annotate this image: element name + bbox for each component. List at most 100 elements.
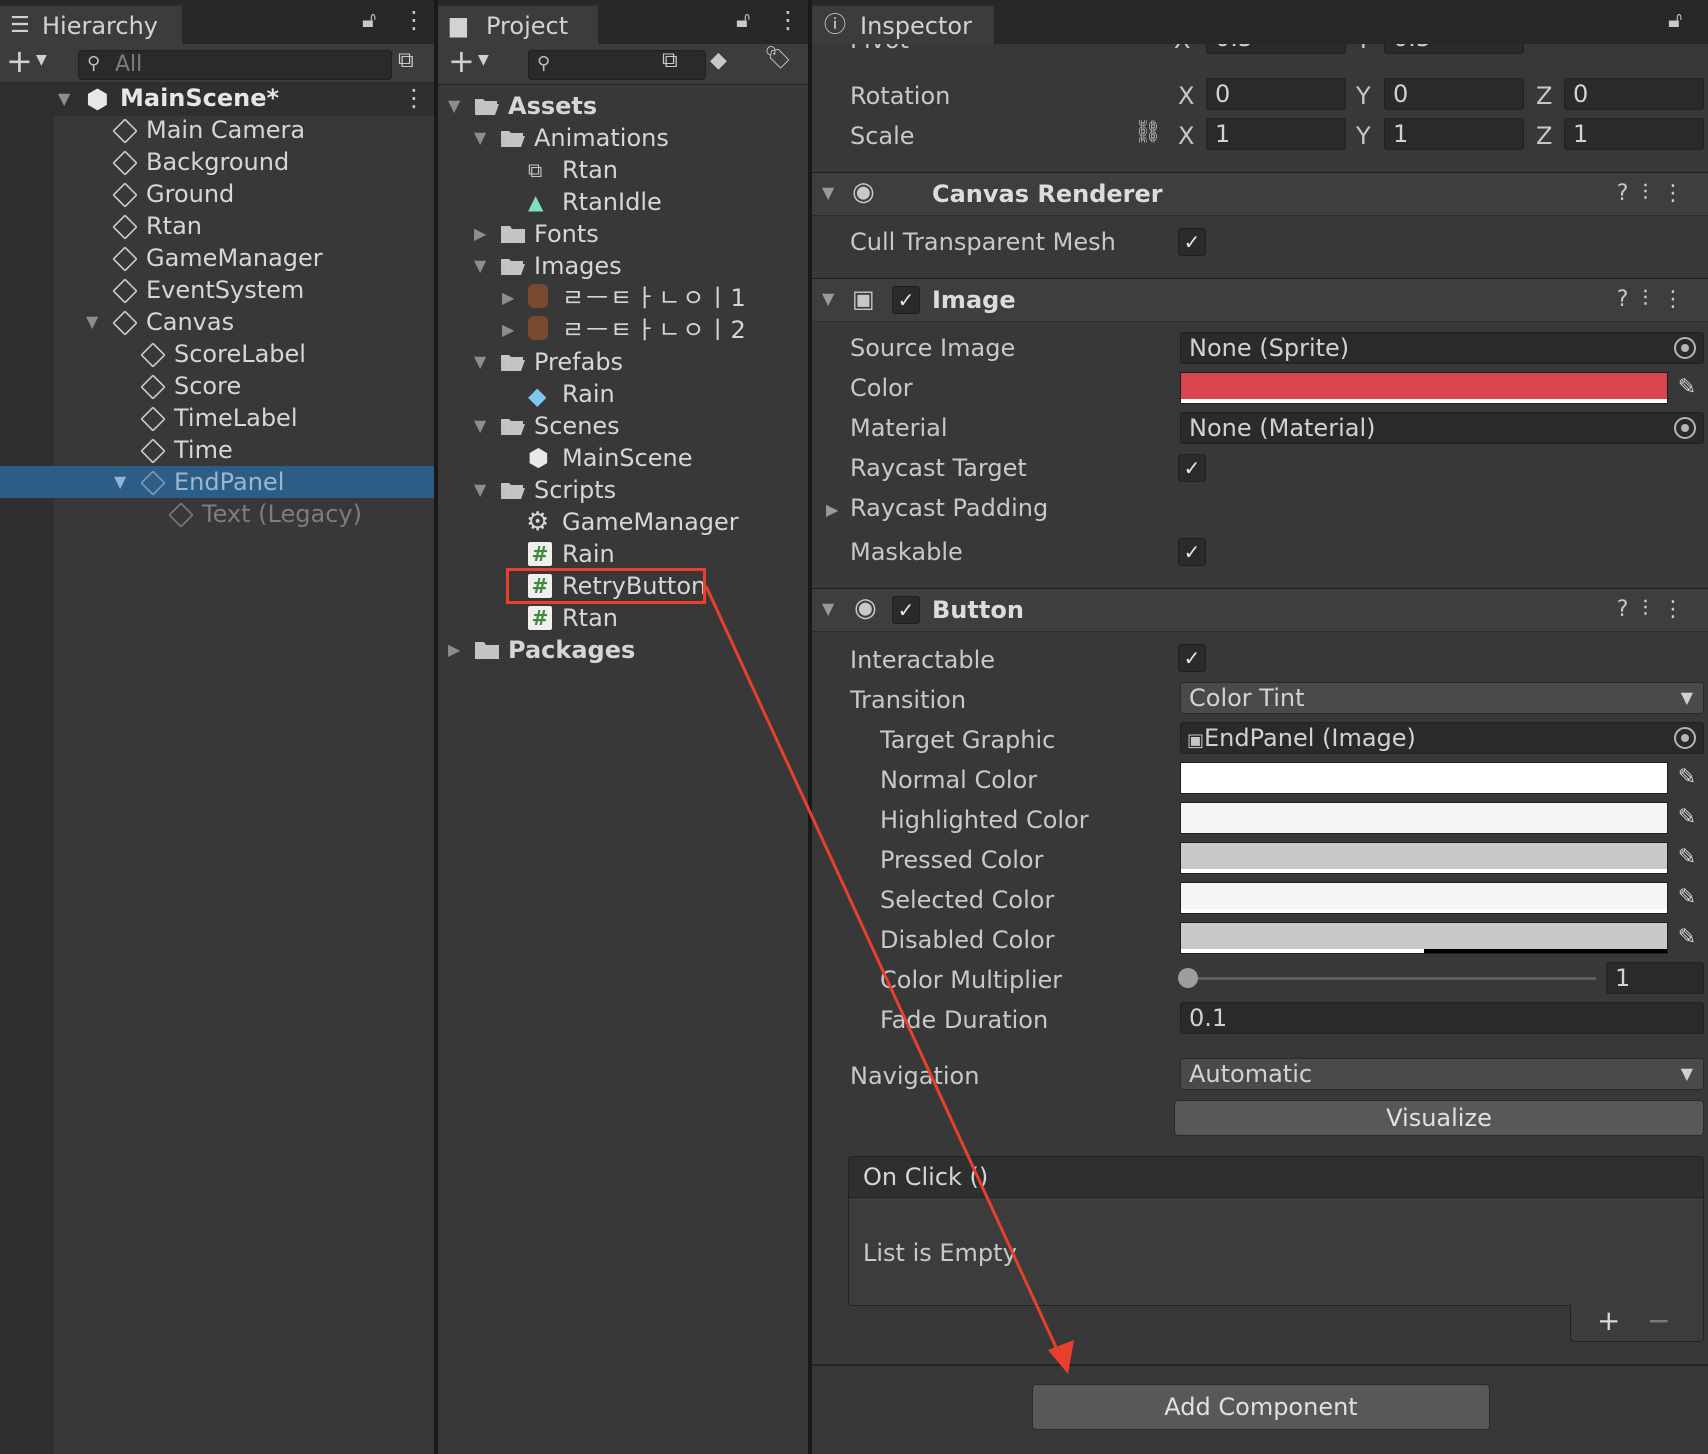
object-picker-icon[interactable]: [1674, 727, 1696, 749]
hierarchy-item[interactable]: GameManager: [0, 242, 434, 274]
expand-arrow-icon[interactable]: ▶: [502, 314, 514, 346]
hierarchy-search-input[interactable]: ⚲ All: [78, 50, 392, 80]
hierarchy-item[interactable]: Main Camera: [0, 114, 434, 146]
hierarchy-item[interactable]: Ground: [0, 178, 434, 210]
lock-icon[interactable]: 🔓︎: [1668, 8, 1682, 33]
selected-color-swatch[interactable]: [1180, 882, 1668, 914]
maskable-checkbox[interactable]: ✓: [1178, 538, 1206, 566]
color-multiplier-field[interactable]: 1: [1606, 962, 1704, 994]
expand-arrow-icon[interactable]: ▼: [86, 306, 98, 338]
hierarchy-item[interactable]: ScoreLabel: [0, 338, 434, 370]
expand-arrow-icon[interactable]: ▶: [502, 282, 514, 314]
normal-color-swatch[interactable]: [1180, 762, 1668, 794]
scene-visibility-icon[interactable]: ⧉: [398, 48, 414, 73]
eyedropper-icon[interactable]: ✎: [1672, 922, 1702, 954]
hierarchy-item[interactable]: EventSystem: [0, 274, 434, 306]
add-listener-icon[interactable]: +: [1597, 1304, 1620, 1337]
hierarchy-item[interactable]: ▼ Canvas: [0, 306, 434, 338]
rotation-z-field[interactable]: 0: [1564, 78, 1704, 110]
component-header-icons[interactable]: ?⫶⋮: [1617, 287, 1698, 312]
color-multiplier-slider-track[interactable]: [1188, 977, 1596, 980]
source-image-field[interactable]: None (Sprite): [1180, 332, 1704, 364]
disabled-color-swatch[interactable]: [1180, 922, 1668, 954]
rotation-y-field[interactable]: 0: [1384, 78, 1524, 110]
add-component-button[interactable]: Add Component: [1032, 1384, 1490, 1430]
expand-arrow-icon[interactable]: ▼: [474, 410, 486, 442]
expand-arrow-icon[interactable]: ▼: [474, 474, 486, 506]
project-item[interactable]: ▶ ㄹㅡㅌㅏㄴㅇㅣ1: [438, 282, 808, 314]
kebab-menu-icon[interactable]: ⋮: [776, 6, 800, 34]
expand-arrow-icon[interactable]: ▼: [474, 250, 486, 282]
foldout-arrow-icon[interactable]: ▶: [826, 500, 838, 519]
hierarchy-item[interactable]: Rtan: [0, 210, 434, 242]
search-type-icon[interactable]: ⧉: [662, 48, 678, 73]
foldout-arrow-icon[interactable]: ▼: [822, 183, 834, 202]
foldout-arrow-icon[interactable]: ▼: [822, 289, 834, 308]
target-graphic-field[interactable]: ▣EndPanel (Image): [1180, 722, 1704, 754]
presets-icon[interactable]: ⫶: [1642, 287, 1662, 312]
project-item[interactable]: ▼ Images: [438, 250, 808, 282]
raycast-padding-foldout[interactable]: Raycast Padding: [850, 494, 1048, 522]
expand-arrow-icon[interactable]: ▼: [114, 466, 126, 498]
pivot-y-field[interactable]: 0.5: [1384, 44, 1524, 54]
remove-listener-icon[interactable]: −: [1647, 1304, 1670, 1337]
project-item[interactable]: ▶ Fonts: [438, 218, 808, 250]
help-icon[interactable]: ?: [1617, 597, 1643, 622]
pivot-x-field[interactable]: 0.5: [1206, 44, 1346, 54]
help-icon[interactable]: ?: [1617, 287, 1643, 312]
hierarchy-item[interactable]: Background: [0, 146, 434, 178]
add-icon[interactable]: +: [448, 42, 475, 80]
project-item[interactable]: ▼ Animations: [438, 122, 808, 154]
lock-icon[interactable]: 🔓︎: [736, 8, 750, 33]
project-item[interactable]: ▶ Packages: [438, 634, 808, 666]
material-field[interactable]: None (Material): [1180, 412, 1704, 444]
foldout-arrow-icon[interactable]: ▼: [822, 599, 834, 618]
raycast-target-checkbox[interactable]: ✓: [1178, 454, 1206, 482]
hierarchy-item-selected[interactable]: ▼ EndPanel: [0, 466, 434, 498]
color-multiplier-slider-handle[interactable]: [1178, 968, 1198, 988]
lock-icon[interactable]: 🔓︎: [362, 8, 376, 33]
navigation-dropdown[interactable]: Automatic ▼: [1180, 1058, 1704, 1090]
component-menu-icon[interactable]: ⋮: [1662, 597, 1698, 622]
component-menu-icon[interactable]: ⋮: [1662, 181, 1698, 206]
project-item[interactable]: ⚙ GameManager: [438, 506, 808, 538]
project-item[interactable]: # Rain: [438, 538, 808, 570]
project-item[interactable]: ▼ Scenes: [438, 410, 808, 442]
kebab-menu-icon[interactable]: ⋮: [402, 6, 426, 34]
project-item[interactable]: ▼ Assets: [438, 90, 808, 122]
expand-arrow-icon[interactable]: ▼: [448, 90, 460, 122]
presets-icon[interactable]: ⫶: [1642, 181, 1662, 206]
tab-project[interactable]: ▆ Project: [438, 4, 598, 44]
presets-icon[interactable]: ⫶: [1642, 597, 1662, 622]
hierarchy-item[interactable]: Text (Legacy): [0, 498, 434, 530]
scene-row[interactable]: ▼ ⬢ MainScene* ⋮: [0, 82, 434, 116]
component-header-icons[interactable]: ?⫶⋮: [1617, 597, 1698, 622]
image-color-swatch[interactable]: [1180, 372, 1668, 404]
scale-x-field[interactable]: 1: [1206, 118, 1346, 150]
button-component-header[interactable]: ▼ ◉ ✓ Button ?⫶⋮: [812, 588, 1708, 632]
chevron-down-icon[interactable]: ▼: [478, 52, 489, 68]
interactable-checkbox[interactable]: ✓: [1178, 644, 1206, 672]
project-search-input[interactable]: ⚲: [528, 50, 706, 80]
project-item[interactable]: ▼ Scripts: [438, 474, 808, 506]
highlighted-color-swatch[interactable]: [1180, 802, 1668, 834]
project-item[interactable]: ◆ Rain: [438, 378, 808, 410]
object-picker-icon[interactable]: [1674, 337, 1696, 359]
scene-menu-icon[interactable]: ⋮: [402, 82, 426, 114]
expand-arrow-icon[interactable]: ▶: [474, 218, 486, 250]
cull-transparent-mesh-checkbox[interactable]: ✓: [1178, 228, 1206, 256]
tab-inspector[interactable]: ⓘ Inspector: [812, 4, 994, 44]
expand-arrow-icon[interactable]: ▼: [474, 122, 486, 154]
scale-y-field[interactable]: 1: [1384, 118, 1524, 150]
fade-duration-field[interactable]: 0.1: [1180, 1002, 1704, 1034]
hierarchy-item[interactable]: Score: [0, 370, 434, 402]
image-enabled-checkbox[interactable]: ✓: [892, 286, 920, 314]
button-enabled-checkbox[interactable]: ✓: [892, 596, 920, 624]
eyedropper-icon[interactable]: ✎: [1672, 372, 1702, 404]
hierarchy-item[interactable]: Time: [0, 434, 434, 466]
rotation-x-field[interactable]: 0: [1206, 78, 1346, 110]
hierarchy-item[interactable]: TimeLabel: [0, 402, 434, 434]
filter-by-type-icon[interactable]: ◆: [710, 48, 727, 73]
eyedropper-icon[interactable]: ✎: [1672, 802, 1702, 834]
constrain-proportions-icon[interactable]: ⛓︎: [1134, 120, 1162, 145]
